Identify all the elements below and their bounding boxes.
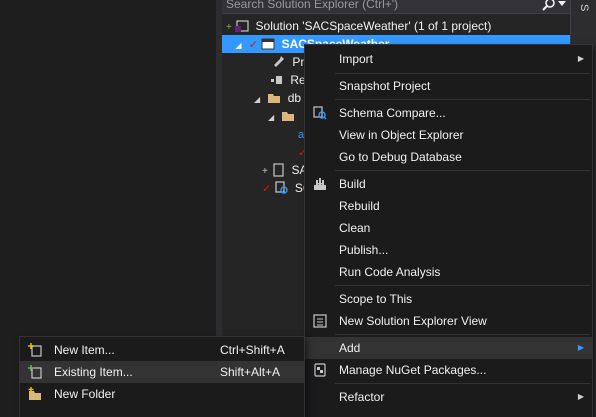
menu-separator: [335, 99, 590, 100]
expander-icon[interactable]: ◢: [235, 37, 245, 55]
add-submenu: New Item... Ctrl+Shift+A Existing Item..…: [19, 336, 305, 417]
menu-item-run-code-analysis[interactable]: Run Code Analysis: [305, 261, 592, 283]
menu-item-new-folder[interactable]: New Folder: [20, 383, 304, 405]
menu-item-view-object-explorer[interactable]: View in Object Explorer: [305, 124, 592, 146]
plus-icon: +: [226, 22, 232, 33]
menu-item-add[interactable]: Add ▶: [305, 337, 592, 359]
checkmark-icon: ✓: [248, 39, 258, 51]
search-input[interactable]: [226, 0, 526, 12]
menu-item-rebuild[interactable]: Rebuild: [305, 195, 592, 217]
schema-compare-icon: [313, 106, 327, 120]
schema-compare-icon: [274, 181, 288, 194]
search-box[interactable]: [222, 0, 570, 14]
new-item-icon: [28, 343, 42, 357]
existing-item-icon: [28, 365, 42, 379]
menu-separator: [335, 334, 590, 335]
wrench-icon: [274, 56, 284, 67]
new-folder-icon: [28, 387, 41, 400]
context-menu: Import ▶ Snapshot Project Schema Compare…: [304, 44, 593, 417]
menu-item-clean[interactable]: Clean: [305, 217, 592, 239]
solution-label: Solution 'SACSpaceWeather' (1 of 1 proje…: [255, 19, 492, 33]
expander-icon[interactable]: ◢: [268, 109, 278, 127]
shortcut-text: Ctrl+Shift+A: [220, 343, 285, 357]
checkmark-icon: ✓: [262, 183, 272, 195]
tree-item-solution[interactable]: + Solution 'SACSpaceWeather' (1 of 1 pro…: [226, 17, 491, 35]
document-icon: [273, 163, 284, 177]
tree-item-db-folder[interactable]: ◢ db: [254, 89, 301, 107]
tool-tab[interactable]: S: [578, 4, 590, 11]
references-icon: [271, 76, 282, 84]
menu-item-publish[interactable]: Publish...: [305, 239, 592, 261]
search-icon[interactable]: [542, 0, 556, 11]
folder-icon: [268, 94, 281, 103]
tree-item-sa[interactable]: + SA: [262, 161, 308, 179]
menu-item-scope-to-this[interactable]: Scope to This: [305, 288, 592, 310]
expander-icon[interactable]: ◢: [254, 91, 264, 109]
menu-item-manage-nuget[interactable]: Manage NuGet Packages...: [305, 359, 592, 381]
menu-item-snapshot-project[interactable]: Snapshot Project: [305, 75, 592, 97]
tree-item-references[interactable]: Re: [270, 71, 306, 89]
menu-item-existing-item[interactable]: Existing Item... Shift+Alt+A: [20, 361, 304, 383]
menu-separator: [335, 73, 590, 74]
tree-item-subfolder[interactable]: ◢: [268, 107, 298, 125]
menu-separator: [335, 383, 590, 384]
database-project-icon: [261, 38, 275, 50]
submenu-arrow-icon: ▶: [577, 343, 584, 352]
folder-icon: [282, 112, 295, 121]
menu-item-import[interactable]: Import ▶: [305, 48, 592, 70]
menu-item-build[interactable]: Build: [305, 173, 592, 195]
shortcut-text: Shift+Alt+A: [220, 365, 281, 379]
nuget-icon: [314, 363, 326, 377]
plus-icon: +: [262, 166, 268, 177]
submenu-arrow-icon: ▶: [577, 392, 584, 401]
menu-separator: [335, 170, 590, 171]
menu-item-new-solution-explorer-view[interactable]: New Solution Explorer View: [305, 310, 592, 332]
menu-item-go-debug-database[interactable]: Go to Debug Database: [305, 146, 592, 168]
menu-separator: [335, 285, 590, 286]
menu-item-refactor[interactable]: Refactor ▶: [305, 386, 592, 408]
solution-icon: [235, 20, 249, 32]
build-icon: [314, 178, 326, 190]
menu-item-new-item[interactable]: New Item... Ctrl+Shift+A: [20, 339, 304, 361]
submenu-arrow-icon: ▶: [577, 54, 584, 63]
tree-item-label: db: [287, 91, 302, 105]
menu-item-schema-compare[interactable]: Schema Compare...: [305, 102, 592, 124]
new-view-icon: [313, 314, 327, 328]
chevron-down-icon[interactable]: [558, 0, 566, 8]
